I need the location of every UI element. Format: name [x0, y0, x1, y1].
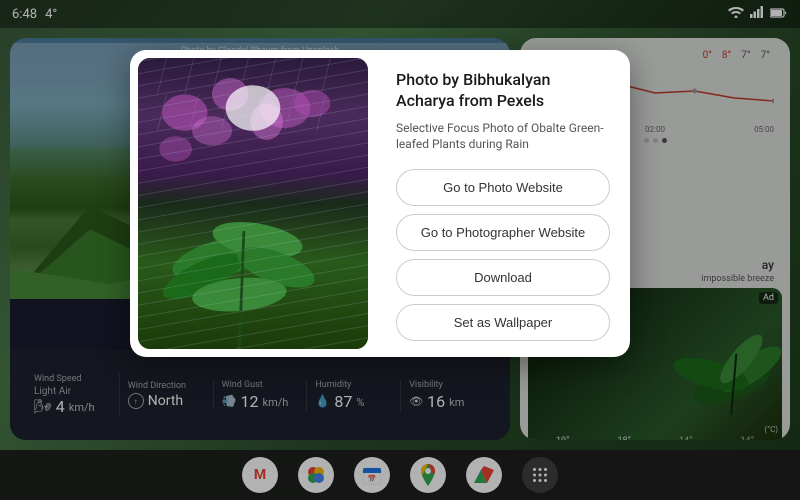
dialog-content: Photo by Bibhukalyan Acharya from Pexels… — [376, 50, 630, 357]
photo-dialog: Photo by Bibhukalyan Acharya from Pexels… — [130, 50, 630, 357]
go-to-photo-website-button[interactable]: Go to Photo Website — [396, 169, 610, 206]
download-button[interactable]: Download — [396, 259, 610, 296]
rain-overlay — [138, 58, 368, 349]
dialog-description: Selective Focus Photo of Obalte Green-le… — [396, 120, 610, 154]
dialog-buttons: Go to Photo Website Go to Photographer W… — [396, 169, 610, 341]
dialog-image — [138, 58, 368, 349]
dialog-overlay[interactable]: Photo by Bibhukalyan Acharya from Pexels… — [0, 0, 800, 500]
dialog-title: Photo by Bibhukalyan Acharya from Pexels — [396, 70, 610, 112]
go-to-photographer-website-button[interactable]: Go to Photographer Website — [396, 214, 610, 251]
set-as-wallpaper-button[interactable]: Set as Wallpaper — [396, 304, 610, 341]
